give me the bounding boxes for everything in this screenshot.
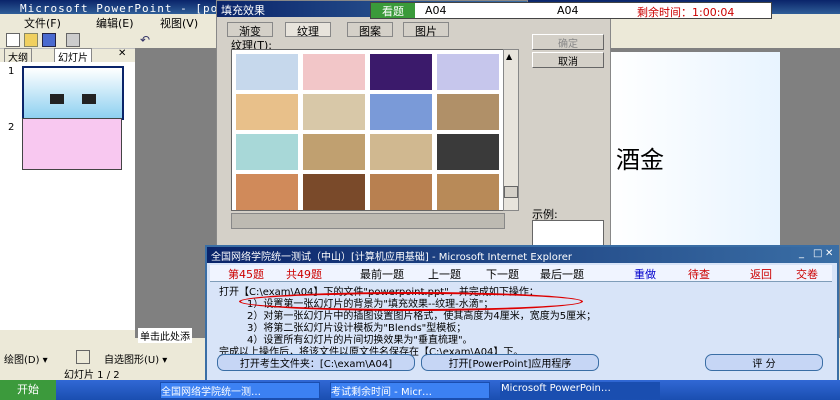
fill-effects-dialog: 填充效果 渐变 纹理 图案 图片 纹理(T): ▲ 确定 取消 示例: [216, 0, 605, 247]
back-link[interactable]: 返回 [750, 266, 772, 282]
tab-picture[interactable]: 图片 [403, 22, 449, 38]
exam-status-strip: 看题 A04 A04 剩余时间：1:00:04 [370, 2, 772, 19]
remaining-time: 剩余时间：1:00:04 [637, 6, 735, 19]
slide-thumbnail-panel: 1 2 [0, 62, 135, 330]
status-bar: 幻灯片 1 / 2 [0, 366, 205, 381]
texture-swatch[interactable] [370, 94, 432, 130]
texture-swatch[interactable] [437, 134, 499, 170]
score-button[interactable]: 评 分 [705, 354, 823, 371]
slide-count: 幻灯片 1 / 2 [64, 370, 120, 381]
texture-scrollbar[interactable]: ▲ [503, 49, 519, 211]
menu-view[interactable]: 视图(V) [160, 15, 198, 31]
texture-swatch[interactable] [236, 54, 298, 90]
slide-thumbnail-1[interactable] [22, 66, 124, 120]
taskbar: 开始 全国网络学院统一测… 考试剩余时间 - Micr… Microsoft P… [0, 380, 840, 400]
exam-code: A04 [425, 4, 447, 17]
ok-button[interactable]: 确定 [532, 34, 604, 50]
prev-question-link[interactable]: 上一题 [428, 266, 461, 282]
maximize-icon[interactable]: □ [813, 248, 822, 259]
minimize-icon[interactable]: _ [799, 248, 804, 259]
scroll-up-icon[interactable]: ▲ [506, 52, 512, 61]
exam-question-body: 打开【C:\exam\A04】下的文件"powerpoint.ppt"，并完成如… [219, 283, 829, 358]
exam-code: A04 [557, 4, 579, 17]
taskbar-item[interactable]: 考试剩余时间 - Micr… [330, 382, 490, 399]
menu-edit[interactable]: 编辑(E) [96, 15, 134, 31]
texture-name-box [231, 213, 505, 229]
open-folder-button[interactable]: 打开考生文件夹：[C:\exam\A04] [217, 354, 415, 371]
undo-icon[interactable]: ↶ [140, 33, 152, 47]
select-pointer-icon[interactable] [76, 350, 90, 364]
exam-window-title: 全国网络学院统一测试（中山）[计算机应用基础] - Microsoft Inte… [211, 252, 572, 263]
texture-swatch[interactable] [303, 174, 365, 210]
texture-swatch[interactable] [370, 54, 432, 90]
question-total: 共49题 [286, 268, 322, 281]
texture-swatch[interactable] [303, 54, 365, 90]
slide-title-text: 酒金 [616, 146, 664, 174]
highlight-ellipse [239, 292, 583, 311]
last-question-link[interactable]: 最后一题 [540, 266, 584, 282]
review-link[interactable]: 待查 [688, 266, 710, 282]
open-app-button[interactable]: 打开[PowerPoint]应用程序 [421, 354, 599, 371]
texture-swatch[interactable] [370, 174, 432, 210]
taskbar-item[interactable]: 全国网络学院统一测… [160, 382, 320, 399]
menu-file[interactable]: 文件(F) [24, 15, 61, 31]
slide-thumbnail-2[interactable] [22, 118, 122, 170]
open-icon[interactable] [24, 33, 38, 47]
dialog-title: 填充效果 [221, 4, 265, 17]
tab-slides[interactable]: 幻灯片 [54, 48, 92, 64]
submit-link[interactable]: 交卷 [796, 266, 818, 282]
redo-link[interactable]: 重做 [634, 266, 656, 282]
cancel-button[interactable]: 取消 [532, 52, 604, 68]
next-question-link[interactable]: 下一题 [486, 266, 519, 282]
exam-titlebar: 全国网络学院统一测试（中山）[计算机应用基础] - Microsoft Inte… [207, 247, 837, 263]
texture-swatch[interactable] [437, 54, 499, 90]
texture-swatch[interactable] [370, 134, 432, 170]
tab-gradient[interactable]: 渐变 [227, 22, 273, 38]
texture-swatch[interactable] [437, 174, 499, 210]
texture-grid [231, 49, 505, 211]
tab-texture[interactable]: 纹理 [285, 22, 331, 38]
texture-swatch[interactable] [437, 94, 499, 130]
print-icon[interactable] [66, 33, 80, 47]
slide-number: 1 [8, 66, 15, 77]
new-icon[interactable] [6, 33, 20, 47]
texture-swatch[interactable] [303, 134, 365, 170]
texture-swatch[interactable] [303, 94, 365, 130]
tab-pattern[interactable]: 图案 [347, 22, 393, 38]
slide-number: 2 [8, 122, 15, 133]
close-icon[interactable]: ✕ [825, 248, 833, 259]
figure-icon [50, 94, 64, 104]
outline-slides-tabs: 大纲 幻灯片 ✕ [0, 48, 135, 64]
drawing-toolbar: 绘图(D) ▾ 自选图形(U) ▾ [0, 350, 205, 366]
view-question-button[interactable]: 看题 [371, 3, 415, 18]
click-hint[interactable]: 单击此处添 [138, 328, 192, 343]
start-button[interactable]: 开始 [0, 380, 56, 400]
scroll-thumb[interactable] [504, 186, 518, 198]
exam-window: 全国网络学院统一测试（中山）[计算机应用基础] - Microsoft Inte… [205, 245, 839, 384]
question-number: 第45题 [228, 268, 264, 281]
save-icon[interactable] [42, 33, 56, 47]
figure-icon [82, 94, 96, 104]
draw-menu[interactable]: 绘图(D) ▾ [4, 351, 48, 366]
texture-swatch[interactable] [236, 134, 298, 170]
texture-swatch[interactable] [236, 174, 298, 210]
close-icon[interactable]: ✕ [118, 48, 126, 59]
exam-nav-bar: 第45题 共49题 最前一题 上一题 下一题 最后一题 重做 待查 返回 交卷 [210, 265, 832, 282]
texture-swatch[interactable] [236, 94, 298, 130]
first-question-link[interactable]: 最前一题 [360, 266, 404, 282]
taskbar-item[interactable]: Microsoft PowerPoin… [500, 382, 660, 399]
example-preview [532, 220, 604, 246]
dialog-right-pane: 确定 取消 示例: [526, 18, 611, 246]
tab-outline[interactable]: 大纲 [4, 48, 32, 64]
autoshapes-menu[interactable]: 自选图形(U) ▾ [104, 351, 167, 366]
